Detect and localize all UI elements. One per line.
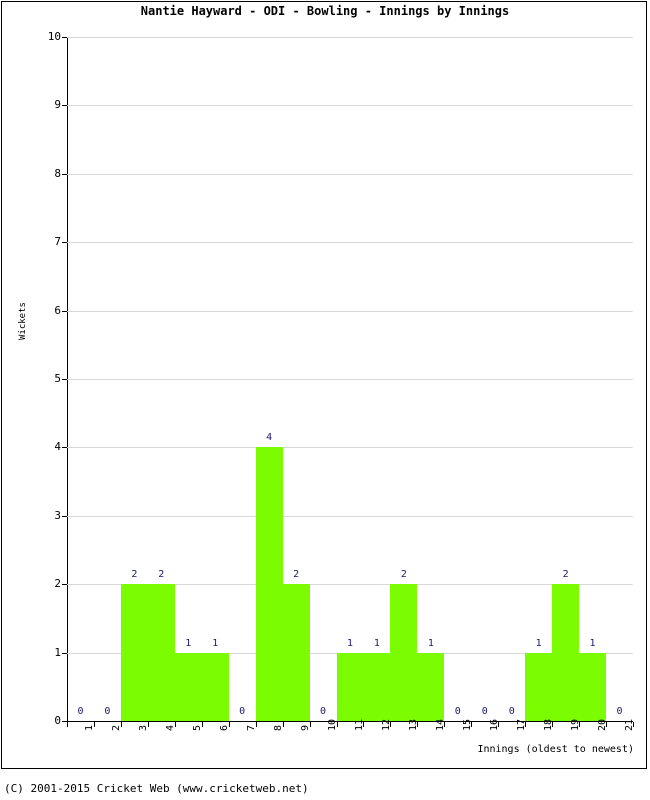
x-tick-mark bbox=[309, 722, 311, 727]
bar-value-label: 0 bbox=[239, 706, 246, 717]
y-tick-label: 1 bbox=[54, 645, 61, 659]
bar bbox=[390, 584, 418, 721]
bar-value-label: 1 bbox=[346, 637, 353, 649]
x-tick-mark bbox=[67, 722, 68, 727]
y-tick-mark bbox=[62, 173, 67, 175]
bar-value-label: 2 bbox=[400, 569, 407, 581]
x-tick-mark bbox=[552, 722, 554, 727]
y-gridline bbox=[67, 310, 633, 312]
x-tick-mark bbox=[174, 722, 176, 727]
bar-value-label: 0 bbox=[320, 706, 327, 717]
bar bbox=[255, 447, 283, 721]
y-tick-mark bbox=[62, 447, 67, 449]
chart-figure: Nantie Hayward - ODI - Bowling - Innings… bbox=[0, 0, 650, 800]
bar-value-label: 1 bbox=[212, 637, 219, 649]
y-tick-label: 5 bbox=[54, 372, 61, 385]
y-tick-mark bbox=[62, 105, 67, 107]
bar bbox=[120, 584, 148, 721]
y-tick-mark bbox=[62, 242, 67, 244]
bar bbox=[336, 652, 364, 721]
bar-value-label: 0 bbox=[454, 706, 461, 717]
bar bbox=[363, 652, 391, 721]
x-tick-mark bbox=[93, 722, 95, 727]
x-tick-mark bbox=[417, 722, 419, 727]
bar-value-label: 0 bbox=[481, 706, 488, 717]
y-gridline bbox=[67, 515, 633, 517]
bar bbox=[417, 652, 445, 721]
x-tick-mark bbox=[390, 722, 392, 727]
bar-value-label: 1 bbox=[373, 637, 380, 649]
x-tick-mark bbox=[579, 722, 581, 727]
y-tick-label: 7 bbox=[54, 235, 61, 249]
bar bbox=[147, 584, 175, 721]
bar-value-label: 2 bbox=[562, 569, 569, 581]
x-tick-mark bbox=[471, 722, 473, 727]
y-tick-mark bbox=[62, 584, 67, 586]
x-tick-mark bbox=[498, 722, 500, 727]
bar-value-label: 2 bbox=[131, 569, 138, 581]
bar bbox=[579, 652, 607, 721]
y-tick-label: 6 bbox=[54, 303, 61, 317]
x-tick-mark bbox=[147, 722, 149, 727]
y-tick-label: 3 bbox=[54, 508, 61, 522]
x-tick-mark bbox=[633, 722, 634, 727]
bar-value-label: 1 bbox=[535, 637, 542, 649]
y-gridline bbox=[67, 379, 633, 380]
y-gridline bbox=[67, 173, 633, 175]
x-tick-mark bbox=[201, 722, 203, 727]
bar bbox=[174, 652, 202, 721]
x-tick-mark bbox=[228, 722, 230, 727]
x-tick-mark bbox=[336, 722, 338, 727]
x-tick-mark bbox=[444, 722, 446, 727]
y-gridline bbox=[67, 447, 633, 449]
y-tick-label: 0 bbox=[54, 714, 61, 727]
bar-value-label: 2 bbox=[158, 569, 165, 581]
y-tick-mark bbox=[62, 379, 67, 380]
y-tick-mark bbox=[62, 37, 67, 38]
bar-value-label: 0 bbox=[616, 706, 623, 717]
bar-value-label: 0 bbox=[104, 706, 111, 717]
x-tick-mark bbox=[606, 722, 608, 727]
bar-value-label: 1 bbox=[185, 637, 192, 649]
x-tick-mark bbox=[282, 722, 284, 727]
x-tick-mark bbox=[363, 722, 365, 727]
x-tick-mark bbox=[525, 722, 527, 727]
bar-value-label: 1 bbox=[427, 637, 434, 649]
chart-title: Nantie Hayward - ODI - Bowling - Innings… bbox=[140, 4, 510, 18]
bar-value-label: 0 bbox=[77, 706, 84, 717]
y-tick-label: 9 bbox=[54, 98, 61, 112]
bar-value-label: 0 bbox=[508, 706, 515, 717]
x-axis-label: Innings (oldest to newest) bbox=[477, 744, 634, 755]
x-tick-mark bbox=[255, 722, 257, 727]
y-gridline bbox=[67, 242, 633, 244]
bar bbox=[201, 652, 229, 721]
y-tick-label: 8 bbox=[54, 166, 61, 180]
bar bbox=[525, 652, 553, 721]
y-gridline bbox=[67, 105, 633, 107]
bar-value-label: 2 bbox=[293, 569, 300, 581]
y-tick-mark bbox=[62, 515, 67, 517]
bar bbox=[282, 584, 310, 721]
bar-value-label: 4 bbox=[266, 432, 273, 444]
y-gridline bbox=[67, 37, 633, 38]
y-tick-mark bbox=[62, 310, 67, 312]
y-tick-label: 2 bbox=[54, 577, 61, 591]
y-tick-mark bbox=[62, 652, 67, 654]
footer-copyright: (C) 2001-2015 Cricket Web (www.cricketwe… bbox=[4, 782, 309, 795]
plot-area bbox=[62, 37, 633, 722]
y-tick-label: 4 bbox=[54, 440, 61, 454]
bar bbox=[552, 584, 580, 721]
y-tick-label: 10 bbox=[47, 30, 61, 43]
bar-value-label: 1 bbox=[589, 637, 596, 649]
x-tick-mark bbox=[120, 722, 122, 727]
